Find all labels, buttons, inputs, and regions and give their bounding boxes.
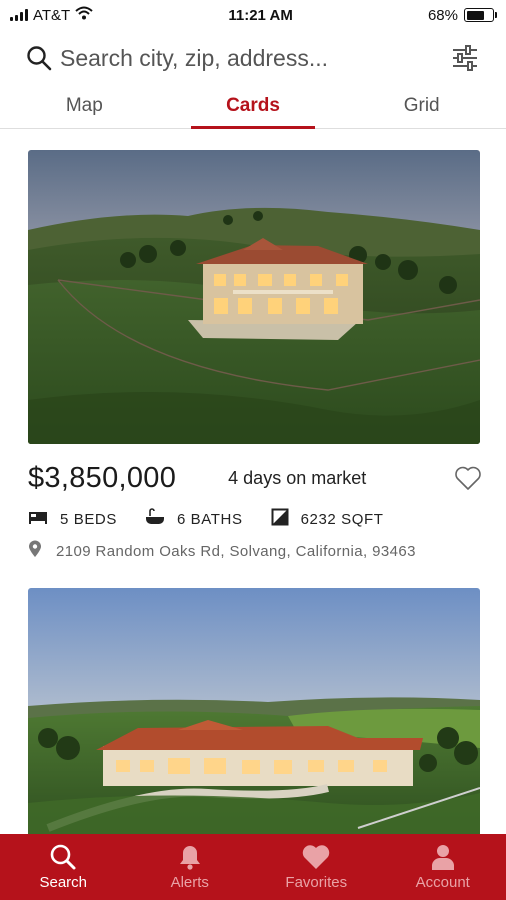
days-on-market: 4 days on market	[228, 467, 367, 488]
favorite-heart-icon[interactable]	[452, 462, 484, 494]
search-input[interactable]	[60, 44, 448, 72]
bottom-navigation: Search Alerts Favorites Account	[0, 834, 506, 900]
battery-icon	[464, 8, 497, 22]
listing-summary: $3,850,000 4 days on market	[28, 458, 484, 498]
square-footage-icon	[271, 508, 289, 530]
carrier-label: AT&T	[33, 6, 71, 24]
tab-cards[interactable]: Cards	[169, 87, 338, 129]
sqft-feature: 6232 SQFT	[271, 508, 384, 530]
tab-grid[interactable]: Grid	[337, 87, 506, 128]
location-pin-icon	[28, 540, 42, 562]
baths-count: 6 BATHS	[176, 510, 243, 528]
nav-favorites-label: Favorites	[285, 874, 348, 891]
listing-photo[interactable]	[28, 150, 480, 444]
beds-feature: 5 BEDS	[28, 509, 117, 529]
battery-percent: 68%	[427, 6, 458, 24]
status-left: AT&T	[10, 6, 93, 24]
listing-features: 5 BEDS 6 BATHS 6232 SQFT	[28, 506, 480, 532]
filter-sliders-icon[interactable]	[448, 41, 482, 75]
search-bar	[0, 35, 506, 81]
status-right: 68%	[427, 6, 497, 24]
battery-fill	[466, 10, 484, 20]
view-tabs: Map Cards Grid	[0, 87, 506, 129]
search-icon	[24, 43, 54, 73]
tab-map[interactable]: Map	[0, 87, 169, 128]
status-bar: AT&T 11:21 AM 68%	[0, 0, 506, 30]
bell-icon	[178, 843, 202, 871]
nav-search[interactable]: Search	[0, 834, 127, 900]
signal-icon	[10, 9, 28, 21]
nav-alerts[interactable]: Alerts	[127, 834, 254, 900]
beds-count: 5 BEDS	[60, 510, 117, 528]
person-icon	[431, 843, 455, 871]
nav-alerts-label: Alerts	[170, 874, 209, 891]
nav-favorites[interactable]: Favorites	[253, 834, 380, 900]
heart-icon	[301, 843, 331, 871]
nav-account[interactable]: Account	[380, 834, 506, 900]
address-text: 2109 Random Oaks Rd, Solvang, California…	[56, 542, 416, 560]
search-icon	[49, 843, 77, 871]
nav-search-label: Search	[39, 874, 88, 891]
clock: 11:21 AM	[228, 6, 293, 24]
nav-account-label: Account	[415, 874, 470, 891]
bathtub-icon	[145, 508, 165, 530]
sqft-value: 6232 SQFT	[300, 510, 384, 528]
listing-address[interactable]: 2109 Random Oaks Rd, Solvang, California…	[28, 540, 480, 562]
listing-photo[interactable]	[28, 588, 480, 834]
wifi-icon	[75, 6, 93, 24]
listing-price: $3,850,000	[28, 461, 177, 494]
baths-feature: 6 BATHS	[145, 508, 243, 530]
bed-icon	[28, 509, 48, 529]
